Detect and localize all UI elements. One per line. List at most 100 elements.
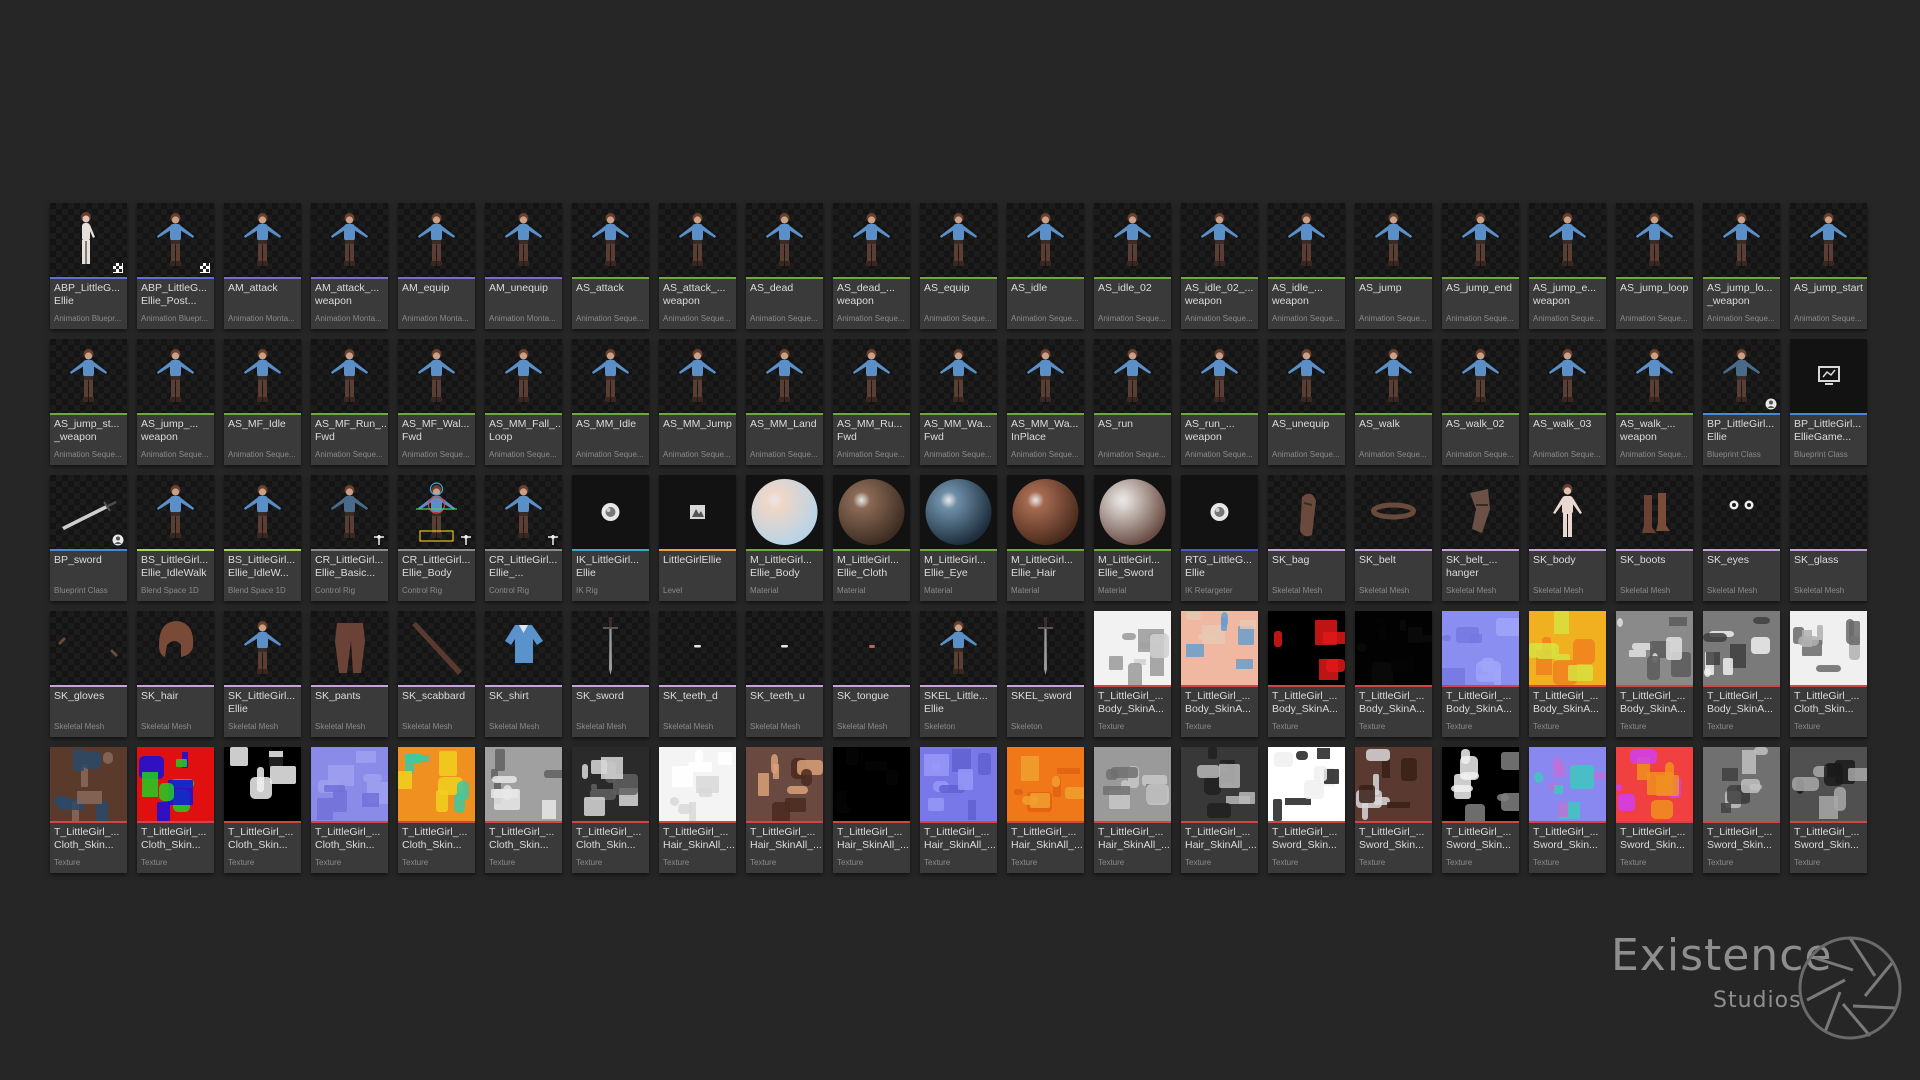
asset-tile[interactable]: SK_eyes Skeletal Mesh xyxy=(1703,475,1780,601)
asset-tile[interactable]: T_LittleGirl_... Cloth_Skin... Texture xyxy=(311,747,388,873)
asset-tile[interactable]: T_LittleGirl_... Cloth_Skin... Texture xyxy=(1790,611,1867,737)
asset-tile[interactable]: CR_LittleGirl... Ellie_Body Control Rig xyxy=(398,475,475,601)
asset-tile[interactable]: AS_jump_loop Animation Seque... xyxy=(1616,203,1693,329)
asset-tile[interactable]: AS_MM_Idle Animation Seque... xyxy=(572,339,649,465)
asset-tile[interactable]: T_LittleGirl_... Sword_Skin... Texture xyxy=(1790,747,1867,873)
asset-tile[interactable]: SKEL_Little... Ellie Skeleton xyxy=(920,611,997,737)
asset-tile[interactable]: M_LittleGirl... Ellie_Body Material xyxy=(746,475,823,601)
asset-tile[interactable]: AS_attack_... weapon Animation Seque... xyxy=(659,203,736,329)
asset-tile[interactable]: AM_unequip Animation Monta... xyxy=(485,203,562,329)
asset-tile[interactable]: T_LittleGirl_... Sword_Skin... Texture xyxy=(1442,747,1519,873)
asset-tile[interactable]: RTG_LittleG... Ellie IK Retargeter xyxy=(1181,475,1258,601)
asset-tile[interactable]: AS_jump_... weapon Animation Seque... xyxy=(137,339,214,465)
asset-tile[interactable]: BS_LittleGirl... Ellie_IdleW... Blend Spa… xyxy=(224,475,301,601)
asset-tile[interactable]: T_LittleGirl_... Body_SkinA... Texture xyxy=(1529,611,1606,737)
asset-tile[interactable]: SK_sword Skeletal Mesh xyxy=(572,611,649,737)
asset-tile[interactable]: SK_belt_... hanger Skeletal Mesh xyxy=(1442,475,1519,601)
asset-tile[interactable]: T_LittleGirl_... Body_SkinA... Texture xyxy=(1181,611,1258,737)
asset-tile[interactable]: T_LittleGirl_... Hair_SkinAll_... Texture xyxy=(920,747,997,873)
asset-tile[interactable]: AS_idle Animation Seque... xyxy=(1007,203,1084,329)
asset-tile[interactable]: AS_MM_Land Animation Seque... xyxy=(746,339,823,465)
asset-tile[interactable]: AS_dead_... weapon Animation Seque... xyxy=(833,203,910,329)
asset-tile[interactable]: T_LittleGirl_... Cloth_Skin... Texture xyxy=(485,747,562,873)
asset-tile[interactable]: SK_bag Skeletal Mesh xyxy=(1268,475,1345,601)
asset-tile[interactable]: AS_unequip Animation Seque... xyxy=(1268,339,1345,465)
asset-tile[interactable]: SK_teeth_u Skeletal Mesh xyxy=(746,611,823,737)
asset-tile[interactable]: AS_MM_Jump Animation Seque... xyxy=(659,339,736,465)
asset-tile[interactable]: AS_walk_... weapon Animation Seque... xyxy=(1616,339,1693,465)
asset-tile[interactable]: SK_gloves Skeletal Mesh xyxy=(50,611,127,737)
asset-tile[interactable]: AM_equip Animation Monta... xyxy=(398,203,475,329)
asset-tile[interactable]: AM_attack_... weapon Animation Monta... xyxy=(311,203,388,329)
asset-tile[interactable]: T_LittleGirl_... Body_SkinA... Texture xyxy=(1703,611,1780,737)
asset-tile[interactable]: M_LittleGirl... Ellie_Cloth Material xyxy=(833,475,910,601)
asset-tile[interactable]: T_LittleGirl_... Sword_Skin... Texture xyxy=(1355,747,1432,873)
asset-tile[interactable]: CR_LittleGirl... Ellie_Basic... Control R… xyxy=(311,475,388,601)
asset-tile[interactable]: IK_LittleGirl... Ellie IK Rig xyxy=(572,475,649,601)
asset-tile[interactable]: T_LittleGirl_... Hair_SkinAll_... Texture xyxy=(659,747,736,873)
asset-tile[interactable]: BP_sword Blueprint Class xyxy=(50,475,127,601)
asset-tile[interactable]: BP_LittleGirl... Ellie Blueprint Class xyxy=(1703,339,1780,465)
asset-tile[interactable]: T_LittleGirl_... Sword_Skin... Texture xyxy=(1529,747,1606,873)
asset-tile[interactable]: T_LittleGirl_... Sword_Skin... Texture xyxy=(1616,747,1693,873)
asset-tile[interactable]: AM_attack Animation Monta... xyxy=(224,203,301,329)
asset-tile[interactable]: AS_idle_... weapon Animation Seque... xyxy=(1268,203,1345,329)
asset-tile[interactable]: T_LittleGirl_... Sword_Skin... Texture xyxy=(1703,747,1780,873)
asset-tile[interactable]: AS_jump_e... weapon Animation Seque... xyxy=(1529,203,1606,329)
asset-tile[interactable]: M_LittleGirl... Ellie_Eye Material xyxy=(920,475,997,601)
asset-tile[interactable]: SK_tongue Skeletal Mesh xyxy=(833,611,910,737)
asset-tile[interactable]: T_LittleGirl_... Cloth_Skin... Texture xyxy=(50,747,127,873)
asset-tile[interactable]: AS_walk_02 Animation Seque... xyxy=(1442,339,1519,465)
asset-tile[interactable]: AS_MM_Fall_... Loop Animation Seque... xyxy=(485,339,562,465)
asset-tile[interactable]: AS_walk Animation Seque... xyxy=(1355,339,1432,465)
asset-tile[interactable]: T_LittleGirl_... Cloth_Skin... Texture xyxy=(398,747,475,873)
asset-tile[interactable]: AS_MM_Wa... Fwd Animation Seque... xyxy=(920,339,997,465)
asset-tile[interactable]: AS_equip Animation Seque... xyxy=(920,203,997,329)
asset-tile[interactable]: AS_attack Animation Seque... xyxy=(572,203,649,329)
asset-tile[interactable]: AS_jump_lo... _weapon Animation Seque... xyxy=(1703,203,1780,329)
asset-tile[interactable]: T_LittleGirl_... Cloth_Skin... Texture xyxy=(224,747,301,873)
asset-tile[interactable]: SK_hair Skeletal Mesh xyxy=(137,611,214,737)
asset-tile[interactable]: AS_jump_start Animation Seque... xyxy=(1790,203,1867,329)
asset-tile[interactable]: T_LittleGirl_... Body_SkinA... Texture xyxy=(1442,611,1519,737)
asset-tile[interactable]: T_LittleGirl_... Hair_SkinAll_... Texture xyxy=(1181,747,1258,873)
asset-tile[interactable]: BS_LittleGirl... Ellie_IdleWalk Blend Spa… xyxy=(137,475,214,601)
asset-tile[interactable]: AS_MF_Idle Animation Seque... xyxy=(224,339,301,465)
asset-tile[interactable]: T_LittleGirl_... Body_SkinA... Texture xyxy=(1268,611,1345,737)
asset-tile[interactable]: T_LittleGirl_... Sword_Skin... Texture xyxy=(1268,747,1345,873)
asset-tile[interactable]: ABP_LittleG... Ellie Animation Bluepr... xyxy=(50,203,127,329)
asset-tile[interactable]: T_LittleGirl_... Hair_SkinAll_... Texture xyxy=(1007,747,1084,873)
asset-tile[interactable]: AS_MF_Wal... Fwd Animation Seque... xyxy=(398,339,475,465)
asset-tile[interactable]: SKEL_sword Skeleton xyxy=(1007,611,1084,737)
asset-tile[interactable]: SK_scabbard Skeletal Mesh xyxy=(398,611,475,737)
asset-tile[interactable]: SK_glass Skeletal Mesh xyxy=(1790,475,1867,601)
asset-tile[interactable]: SK_teeth_d Skeletal Mesh xyxy=(659,611,736,737)
asset-tile[interactable]: AS_run Animation Seque... xyxy=(1094,339,1171,465)
asset-tile[interactable]: T_LittleGirl_... Hair_SkinAll_... Texture xyxy=(1094,747,1171,873)
asset-tile[interactable]: LittleGirlEllie Level xyxy=(659,475,736,601)
asset-tile[interactable]: T_LittleGirl_... Hair_SkinAll_... Texture xyxy=(746,747,823,873)
asset-tile[interactable]: AS_dead Animation Seque... xyxy=(746,203,823,329)
asset-tile[interactable]: SK_body Skeletal Mesh xyxy=(1529,475,1606,601)
asset-tile[interactable]: T_LittleGirl_... Hair_SkinAll_... Texture xyxy=(833,747,910,873)
asset-tile[interactable]: T_LittleGirl_... Body_SkinA... Texture xyxy=(1616,611,1693,737)
asset-tile[interactable]: AS_walk_03 Animation Seque... xyxy=(1529,339,1606,465)
asset-tile[interactable]: AS_MM_Ru... Fwd Animation Seque... xyxy=(833,339,910,465)
asset-tile[interactable]: ABP_LittleG... Ellie_Post... Animation Bl… xyxy=(137,203,214,329)
asset-tile[interactable]: AS_idle_02_... weapon Animation Seque... xyxy=(1181,203,1258,329)
asset-tile[interactable]: T_LittleGirl_... Cloth_Skin... Texture xyxy=(137,747,214,873)
asset-tile[interactable]: AS_jump Animation Seque... xyxy=(1355,203,1432,329)
asset-tile[interactable]: AS_jump_st... _weapon Animation Seque... xyxy=(50,339,127,465)
asset-tile[interactable]: SK_pants Skeletal Mesh xyxy=(311,611,388,737)
asset-tile[interactable]: AS_idle_02 Animation Seque... xyxy=(1094,203,1171,329)
asset-tile[interactable]: BP_LittleGirl... EllieGame... Blueprint C… xyxy=(1790,339,1867,465)
asset-tile[interactable]: M_LittleGirl... Ellie_Hair Material xyxy=(1007,475,1084,601)
asset-tile[interactable]: SK_boots Skeletal Mesh xyxy=(1616,475,1693,601)
asset-tile[interactable]: AS_MM_Wa... InPlace Animation Seque... xyxy=(1007,339,1084,465)
asset-tile[interactable]: T_LittleGirl_... Body_SkinA... Texture xyxy=(1355,611,1432,737)
asset-tile[interactable]: SK_shirt Skeletal Mesh xyxy=(485,611,562,737)
asset-tile[interactable]: AS_MF_Run_... Fwd Animation Seque... xyxy=(311,339,388,465)
asset-tile[interactable]: AS_jump_end Animation Seque... xyxy=(1442,203,1519,329)
asset-tile[interactable]: T_LittleGirl_... Cloth_Skin... Texture xyxy=(572,747,649,873)
asset-tile[interactable]: CR_LittleGirl... Ellie_... Control Rig xyxy=(485,475,562,601)
